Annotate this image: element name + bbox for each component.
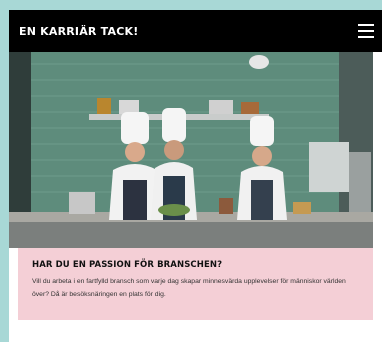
info-card: HAR DU EN PASSION FÖR BRANSCHEN? Vill du… [18,248,373,320]
hero-image [9,52,373,248]
site-header: EN KARRIÄR TACK! [9,10,382,52]
site-logo-text[interactable]: EN KARRIÄR TACK! [19,25,138,38]
hamburger-menu-icon[interactable] [358,24,374,38]
card-body-text: Vill du arbeta i en fartfylld bransch so… [32,278,346,298]
card-title: HAR DU EN PASSION FÖR BRANSCHEN? [32,260,223,270]
